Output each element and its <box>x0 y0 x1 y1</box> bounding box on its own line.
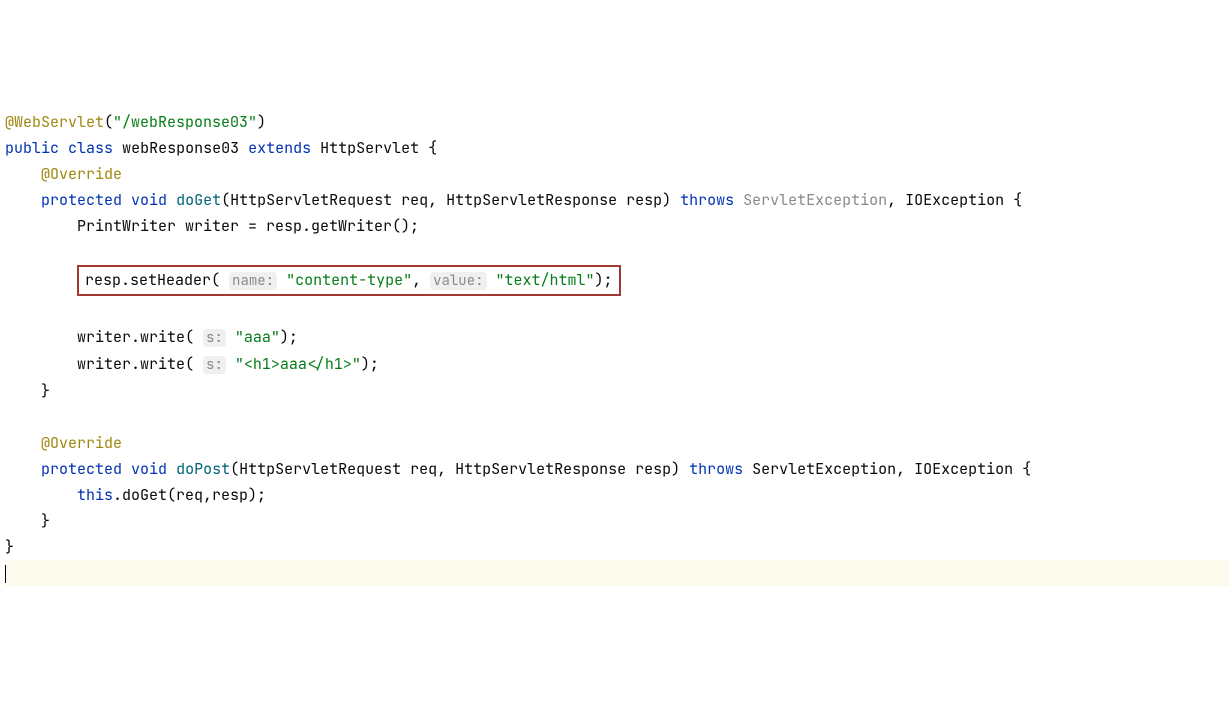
servlet-path-literal: "/webResponse03" <box>113 112 257 132</box>
param-hint-name: name: <box>229 272 277 290</box>
writer-write-1-pre: writer.write( <box>77 327 194 347</box>
keyword-throws-2: throws <box>689 459 743 479</box>
exception-servlet: ServletException <box>743 190 887 210</box>
setheader-comma: , <box>412 270 421 290</box>
param-hint-value: value: <box>430 272 486 290</box>
code-block: @WebServlet("/webResponse03") public cla… <box>5 109 1229 586</box>
writer-write-2-pre: writer.write( <box>77 354 194 374</box>
class-name: webResponse03 <box>122 138 239 158</box>
brace-close-doget: } <box>41 381 50 401</box>
highlighted-setheader-box: resp.setHeader( name: "content-type", va… <box>77 265 621 296</box>
exception-ioe-1: , IOException { <box>887 190 1022 210</box>
setheader-end: ); <box>595 270 613 290</box>
superclass-name: HttpServlet <box>320 138 419 158</box>
method-dopost: doPost <box>176 459 230 479</box>
keyword-void-1: void <box>131 190 167 210</box>
string-aaa: "aaa" <box>235 327 280 347</box>
params-dopost: (HttpServletRequest req, HttpServletResp… <box>230 459 680 479</box>
this-doget-call: .doGet(req,resp); <box>113 485 266 505</box>
keyword-protected-1: protected <box>41 190 122 210</box>
keyword-throws-1: throws <box>680 190 734 210</box>
writer-decl-line: PrintWriter writer = resp.getWriter(); <box>77 216 419 236</box>
annotation-override-1: @Override <box>41 164 122 184</box>
caret-icon <box>5 565 6 583</box>
param-hint-s2: s: <box>203 356 226 374</box>
string-text-html: "text/html" <box>496 270 595 290</box>
keyword-this: this <box>77 485 113 505</box>
cursor-line[interactable] <box>5 560 1229 586</box>
params-doget: (HttpServletRequest req, HttpServletResp… <box>221 190 671 210</box>
brace-close-class: } <box>5 537 14 557</box>
param-hint-s1: s: <box>203 329 226 347</box>
keyword-public: public <box>5 138 59 158</box>
method-doget: doGet <box>176 190 221 210</box>
exception-list-2: ServletException, IOException { <box>752 459 1031 479</box>
writer-write-1-end: ); <box>280 327 298 347</box>
annotation-webservlet: @WebServlet <box>5 112 104 132</box>
keyword-extends: extends <box>248 138 311 158</box>
keyword-protected-2: protected <box>41 459 122 479</box>
string-content-type: "content-type" <box>286 270 412 290</box>
keyword-class: class <box>68 138 113 158</box>
brace-close-dopost: } <box>41 511 50 531</box>
string-h1aaa: "<h1>aaa</h1>" <box>235 354 361 374</box>
annotation-override-2: @Override <box>41 433 122 453</box>
writer-write-2-end: ); <box>361 354 379 374</box>
keyword-void-2: void <box>131 459 167 479</box>
setheader-prefix: resp.setHeader( <box>85 270 220 290</box>
